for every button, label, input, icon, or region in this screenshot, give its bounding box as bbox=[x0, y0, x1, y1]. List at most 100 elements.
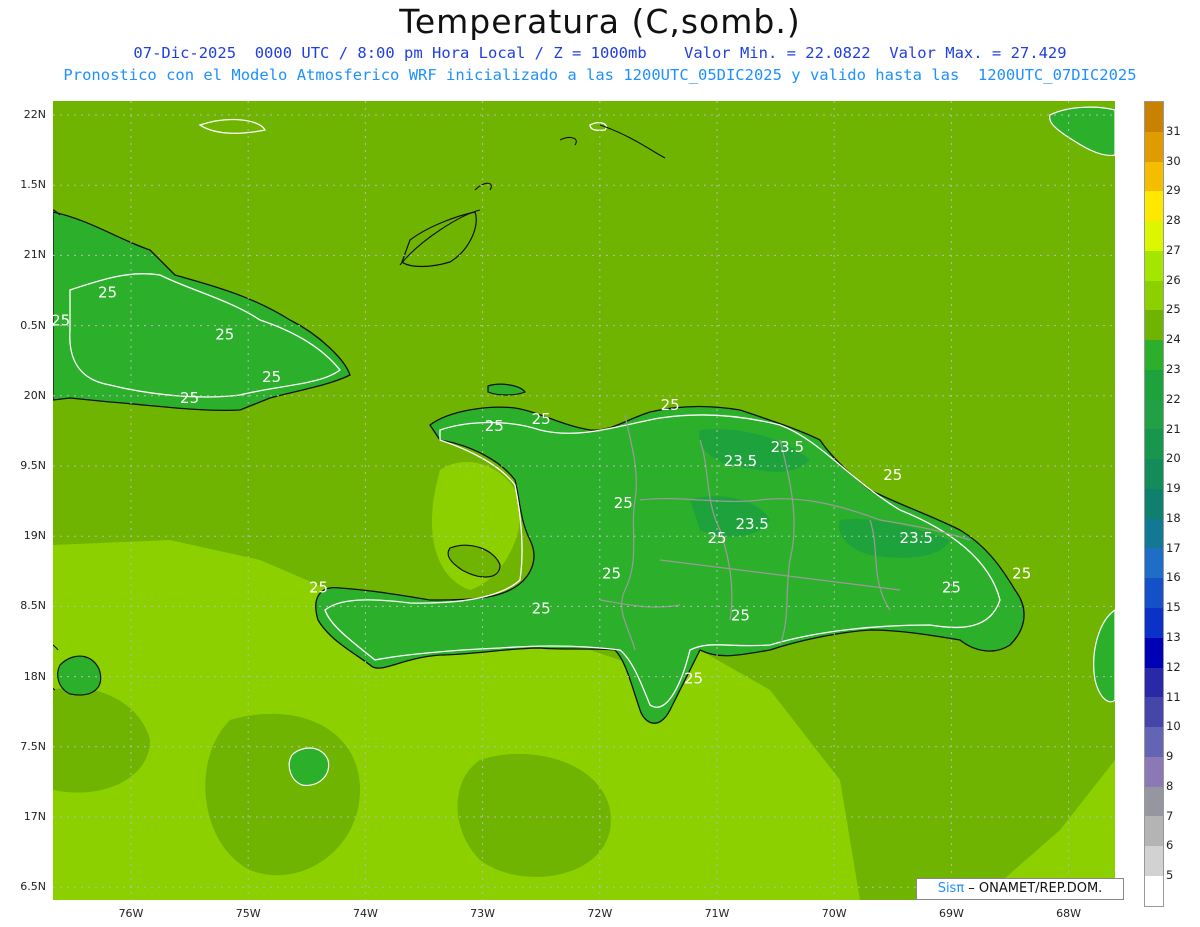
colorbar-label: 13 bbox=[1166, 630, 1181, 644]
colorbar-label: 12 bbox=[1166, 659, 1181, 674]
colorbar-swatch bbox=[1145, 548, 1163, 579]
map-title: Temperatura (C,somb.) bbox=[399, 2, 801, 41]
colorbar-label: 22 bbox=[1166, 391, 1181, 406]
contour-value-label: 23.5 bbox=[735, 515, 768, 533]
colorbar-swatch bbox=[1145, 727, 1163, 757]
colorbar-swatch bbox=[1145, 369, 1163, 400]
longitude-label: 75W bbox=[235, 907, 261, 920]
longitude-label: 76W bbox=[118, 907, 144, 920]
colorbar-label: 15 bbox=[1166, 600, 1181, 615]
colorbar-label: 24 bbox=[1166, 332, 1181, 347]
colorbar-swatch bbox=[1145, 518, 1163, 549]
colorbar-label: 23 bbox=[1166, 362, 1181, 376]
colorbar-swatch bbox=[1145, 250, 1163, 281]
colorbar-label: 20 bbox=[1166, 451, 1181, 466]
colorbar-label: 26 bbox=[1166, 272, 1181, 287]
colorbar-swatch bbox=[1145, 459, 1163, 489]
contour-value-label: 25 bbox=[1012, 564, 1031, 582]
longitude-label: 69W bbox=[938, 907, 964, 920]
colorbar-swatch bbox=[1145, 191, 1163, 222]
latitude-label: 18N bbox=[23, 669, 46, 683]
colorbar-swatch bbox=[1145, 131, 1163, 162]
latitude-label: 21N bbox=[23, 248, 46, 262]
contour-value-label: 25 bbox=[262, 368, 281, 386]
latitude-label: 22N bbox=[23, 108, 46, 121]
contour-value-label: 25 bbox=[942, 578, 961, 596]
colorbar-swatch bbox=[1145, 786, 1163, 817]
colorbar-swatch bbox=[1145, 578, 1163, 609]
colorbar-swatch bbox=[1145, 488, 1163, 519]
latitude-label: 20N bbox=[23, 388, 46, 402]
colorbar-swatch bbox=[1145, 816, 1163, 847]
contour-value-label: 25 bbox=[98, 284, 117, 302]
latitude-label: 8.5N bbox=[20, 599, 46, 613]
latitude-label: 0.5N bbox=[20, 318, 46, 332]
colorbar bbox=[1144, 101, 1164, 907]
colorbar-label: 28 bbox=[1166, 213, 1181, 228]
contour-value-label: 25 bbox=[883, 466, 902, 484]
colorbar-label: 31 bbox=[1166, 123, 1181, 138]
contour-value-label: 23.5 bbox=[771, 438, 804, 456]
temperature-map: 25 25 25 25 25 25 25 25 23.5 23.5 25 25 23.5 25 23.5 25… bbox=[53, 101, 1115, 900]
colorbar-swatch bbox=[1145, 221, 1163, 251]
colorbar-swatch bbox=[1145, 637, 1163, 668]
contour-value-label: 23.5 bbox=[724, 452, 757, 470]
contour-value-label: 25 bbox=[485, 417, 504, 435]
colorbar-swatch bbox=[1145, 697, 1163, 728]
colorbar-label: 17 bbox=[1166, 540, 1181, 555]
colorbar-label: 9 bbox=[1166, 749, 1174, 764]
colorbar-swatch bbox=[1145, 608, 1163, 638]
credit-text: – ONAMET/REP.DOM. bbox=[964, 881, 1103, 896]
colorbar-label: 16 bbox=[1166, 570, 1181, 585]
colorbar-label: 21 bbox=[1166, 421, 1181, 436]
colorbar-label: 8 bbox=[1166, 778, 1174, 793]
subtitle-model-info: Pronostico con el Modelo Atmosferico WRF… bbox=[63, 66, 1137, 84]
colorbar-label: 5 bbox=[1166, 868, 1174, 883]
colorbar-swatch bbox=[1145, 280, 1163, 311]
colorbar-label: 27 bbox=[1166, 242, 1181, 257]
latitude-label: 6.5N bbox=[20, 880, 46, 894]
colorbar-label: 7 bbox=[1166, 808, 1174, 823]
colorbar-swatch bbox=[1145, 310, 1163, 341]
contour-value-label: 25 bbox=[215, 326, 234, 344]
latitude-label: 7.5N bbox=[20, 739, 46, 753]
contour-value-label: 25 bbox=[602, 564, 621, 582]
map-canvas: 25 25 25 25 25 25 25 25 23.5 23.5 25 25 23.5 25 23.5 25… bbox=[53, 101, 1115, 900]
longitude-label: 71W bbox=[704, 907, 730, 920]
longitude-label: 74W bbox=[352, 907, 378, 920]
colorbar-label: 10 bbox=[1166, 719, 1181, 734]
contour-value-label: 25 bbox=[532, 410, 551, 428]
credit-box: Sisπ – ONAMET/REP.DOM. bbox=[916, 878, 1124, 900]
contour-value-label: 25 bbox=[53, 312, 70, 330]
longitude-label: 70W bbox=[821, 907, 847, 920]
colorbar-label: 30 bbox=[1166, 153, 1181, 168]
colorbar-label: 29 bbox=[1166, 183, 1181, 198]
colorbar-swatch bbox=[1145, 340, 1163, 370]
latitude-label: 1.5N bbox=[20, 178, 46, 192]
latitude-label: 17N bbox=[23, 810, 46, 823]
credit-brand: Sisπ bbox=[937, 881, 965, 896]
colorbar-swatch bbox=[1145, 846, 1163, 876]
contour-value-label: 25 bbox=[309, 578, 328, 596]
colorbar-label: 6 bbox=[1166, 838, 1174, 853]
colorbar-label: 25 bbox=[1166, 302, 1181, 317]
colorbar-swatch bbox=[1145, 102, 1163, 132]
colorbar-label: 18 bbox=[1166, 510, 1181, 525]
colorbar-swatch bbox=[1145, 161, 1163, 192]
colorbar-label: 11 bbox=[1166, 689, 1181, 704]
longitude-label: 73W bbox=[470, 907, 496, 920]
colorbar-swatch bbox=[1145, 429, 1163, 460]
colorbar-swatch bbox=[1145, 399, 1163, 430]
colorbar-swatch bbox=[1145, 756, 1163, 787]
jamaica-tip bbox=[57, 655, 102, 696]
contour-value-label: 25 bbox=[684, 670, 703, 688]
colorbar-label: 19 bbox=[1166, 481, 1181, 496]
contour-value-label: 23.5 bbox=[900, 529, 933, 547]
colorbar-swatch bbox=[1145, 667, 1163, 698]
latitude-label: 19N bbox=[23, 529, 46, 543]
contour-value-label: 25 bbox=[731, 606, 750, 624]
colorbar-swatch bbox=[1145, 875, 1163, 906]
contour-value-label: 25 bbox=[180, 389, 199, 407]
longitude-label: 68W bbox=[1056, 907, 1082, 920]
contour-value-label: 25 bbox=[707, 529, 726, 547]
